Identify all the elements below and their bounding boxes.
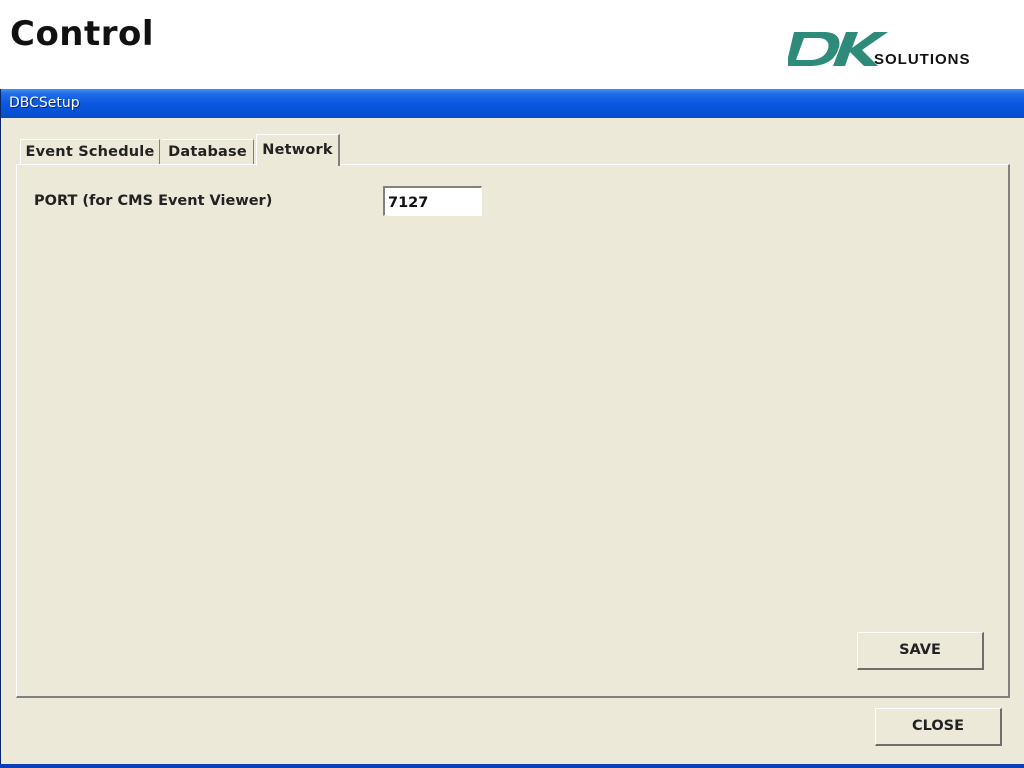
- close-button[interactable]: CLOSE: [875, 708, 1002, 746]
- window-titlebar[interactable]: DBCSetup: [1, 89, 1024, 118]
- window-bottom-border: [0, 764, 1024, 768]
- port-label: PORT (for CMS Event Viewer): [34, 193, 273, 209]
- slide-page: Control SOLUTIONS DBCSetup Event Schedul…: [0, 0, 1024, 768]
- slide-title: Control: [10, 14, 155, 54]
- dk-solutions-logo: SOLUTIONS: [788, 28, 998, 70]
- window-title: DBCSetup: [9, 95, 80, 111]
- logo-text: SOLUTIONS: [874, 51, 971, 68]
- network-tab-panel: [16, 164, 1010, 698]
- tab-network[interactable]: Network: [256, 134, 340, 166]
- tab-database[interactable]: Database: [162, 139, 254, 165]
- tab-event-schedule[interactable]: Event Schedule: [20, 139, 160, 165]
- port-input[interactable]: [383, 186, 482, 216]
- save-button[interactable]: SAVE: [857, 632, 984, 670]
